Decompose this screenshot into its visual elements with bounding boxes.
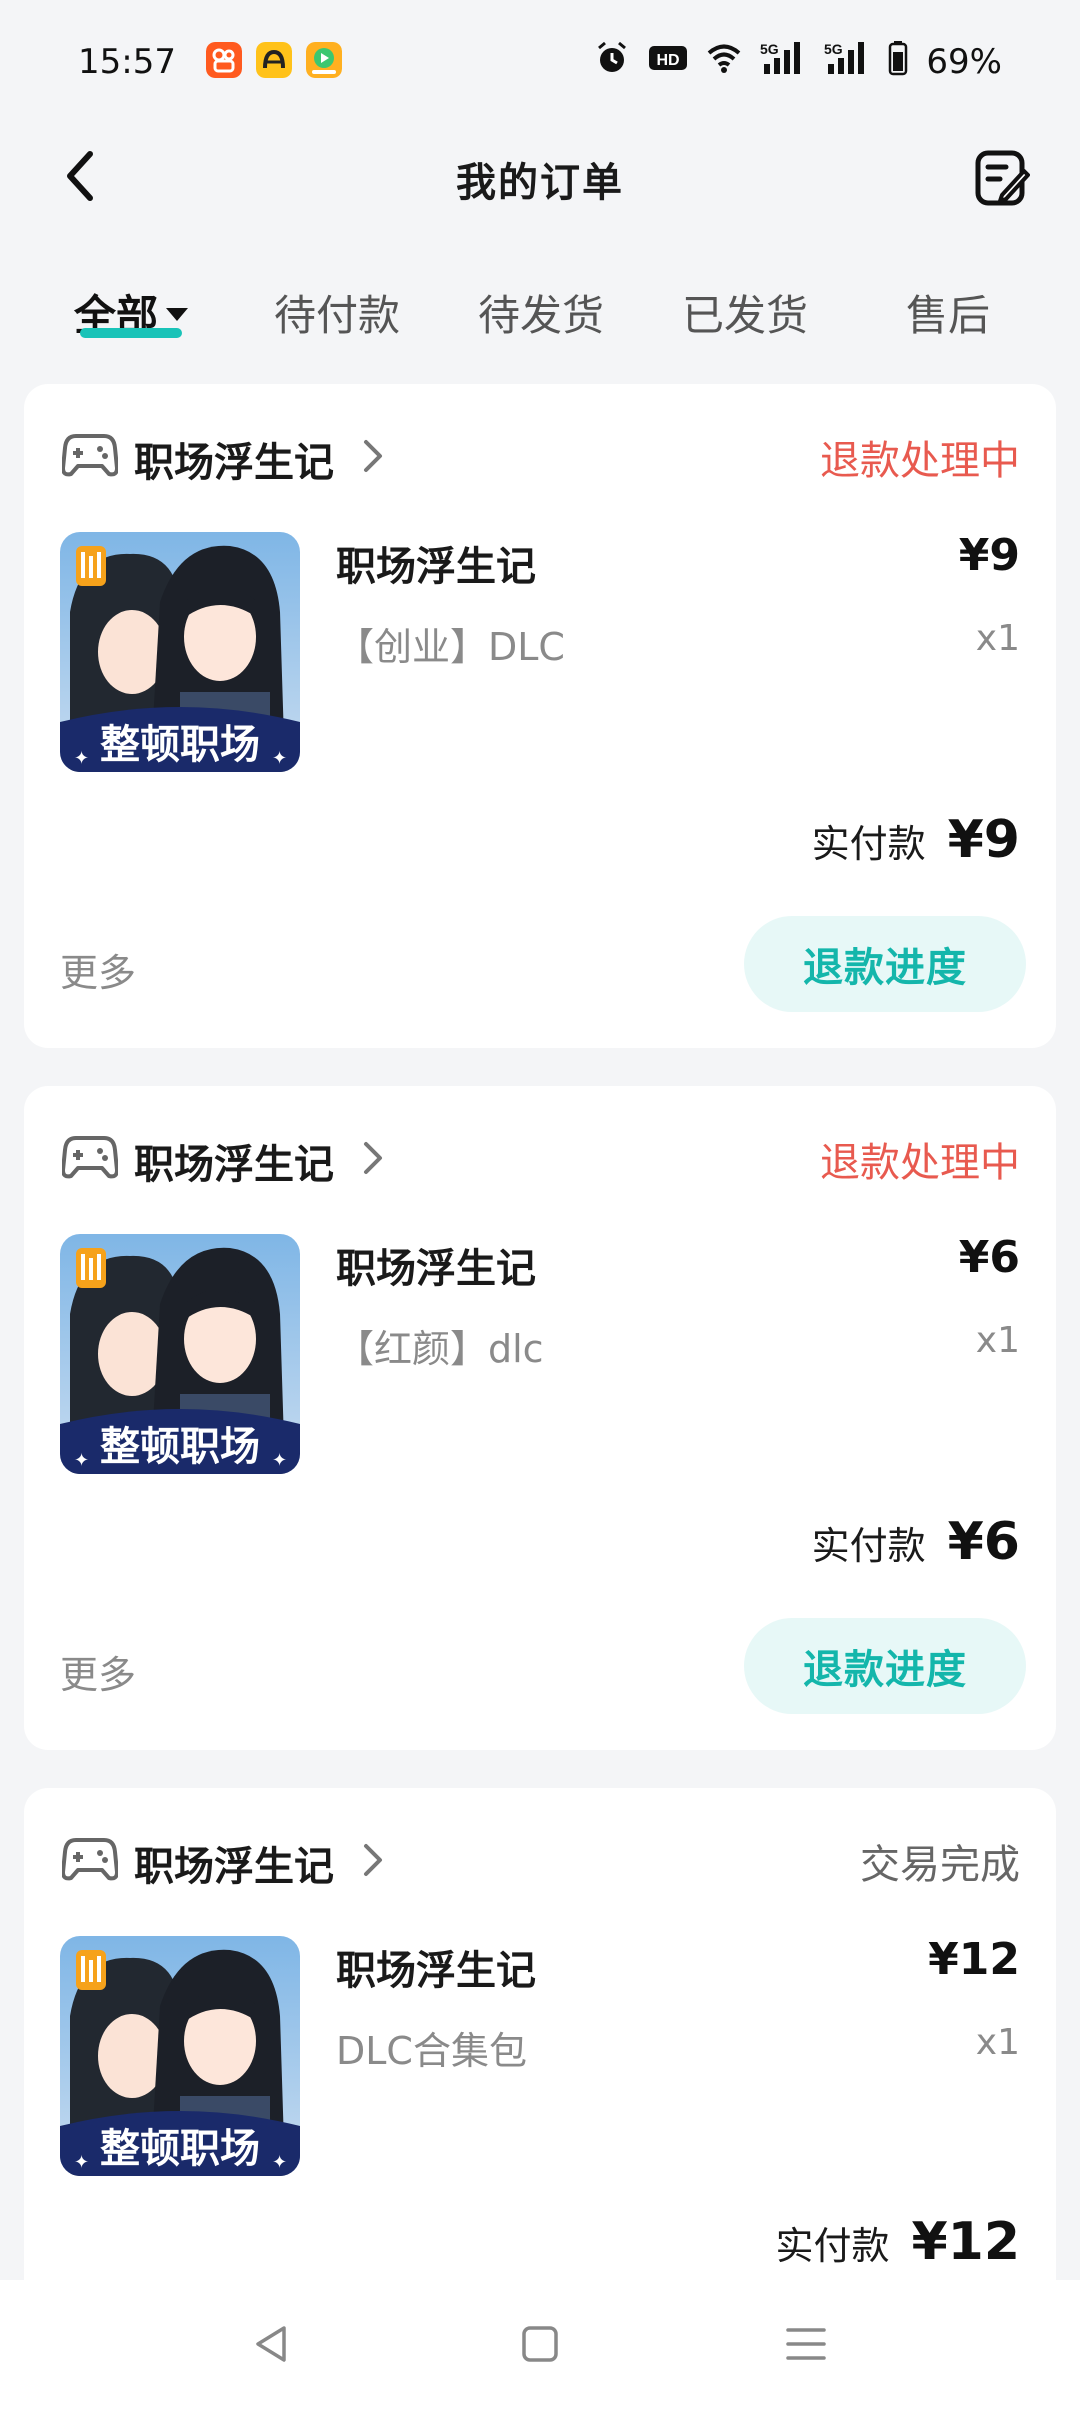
product-thumbnail[interactable]: 整顿职场 ✦ ✦ [60,532,300,772]
paid-value: ¥12 [911,2212,1020,2272]
shop-name[interactable]: 职场浮生记 [134,1132,334,1190]
video-app-icon [305,42,342,82]
item-quantity: x1 [975,618,1020,659]
svg-text:✦: ✦ [74,1450,89,1471]
status-bar: 15:57 HD 5G 5G 69% [0,0,1080,124]
item-price: ¥12 [928,1934,1020,1985]
item-price: ¥6 [958,1232,1020,1283]
caret-down-icon [166,308,189,321]
order-status: 交易完成 [860,1842,1020,1888]
paid-amount-row: 实付款 ¥9 [812,810,1020,870]
more-link[interactable]: 更多 [60,942,136,997]
status-right: HD 5G 5G 69% [594,40,1002,85]
edit-note-icon [974,149,1030,211]
thumbnail-text: 整顿职场 [100,2126,260,2172]
item-sku: 【创业】DLC [336,625,565,669]
back-triangle-icon [250,2322,294,2370]
item-sku: 【红颜】dlc [336,1327,544,1371]
svg-text:✦: ✦ [74,748,89,769]
order-card-header: 职场浮生记 交易完成 [24,1788,1056,1928]
item-sku: DLC合集包 [336,2029,527,2073]
paid-label: 实付款 [811,822,926,866]
paid-amount-row: 实付款 ¥12 [775,2212,1020,2272]
item-title[interactable]: 职场浮生记 [336,1938,536,1996]
battery-percent: 69% [926,42,1002,82]
status-time: 15:57 [78,42,176,82]
status-app-icons [205,42,342,82]
order-card[interactable]: 职场浮生记 交易完成 整顿职场 ✦ ✦ 职场浮生记 DLC合集包 ¥12 x1 [24,1788,1056,2308]
thumbnail-text: 整顿职场 [100,1424,260,1470]
refund-progress-button[interactable]: 退款进度 [744,916,1026,1012]
menu-lines-icon [784,2324,828,2368]
svg-text:5G: 5G [760,41,779,57]
item-price: ¥9 [958,530,1020,581]
tab-after-sales-label: 售后 [906,291,991,340]
kuaishou-app-icon [205,42,242,82]
paid-label: 实付款 [811,1524,926,1568]
chevron-right-icon[interactable] [360,436,386,476]
page-title: 我的订单 [456,160,624,206]
paid-value: ¥6 [947,1512,1020,1572]
nav-back-button[interactable] [242,2316,302,2376]
tab-pending-payment-label: 待付款 [274,291,401,340]
paid-amount-row: 实付款 ¥6 [812,1512,1020,1572]
back-button[interactable] [50,148,110,208]
shop-name[interactable]: 职场浮生记 [134,430,334,488]
paid-value: ¥9 [947,810,1020,870]
item-quantity: x1 [975,2022,1020,2063]
thumbnail-text: 整顿职场 [100,722,260,768]
product-thumbnail[interactable]: 整顿职场 ✦ ✦ [60,1234,300,1474]
tab-shipped-label: 已发货 [682,291,809,340]
back-arrow-icon [60,149,100,207]
chevron-right-icon[interactable] [360,1138,386,1178]
svg-text:HD: HD [657,52,680,69]
svg-text:✦: ✦ [272,748,287,769]
paid-label: 实付款 [775,2224,890,2268]
home-square-icon [520,2324,560,2368]
order-status: 退款处理中 [820,438,1020,484]
tab-pending-payment[interactable]: 待付款 [274,282,400,343]
shop-name[interactable]: 职场浮生记 [134,1834,334,1892]
signal-5g-icon: 5G [760,40,806,85]
tab-after-sales[interactable]: 售后 [906,282,990,343]
gamepad-icon [61,1130,119,1182]
tab-active-indicator [80,328,182,338]
battery-icon [888,40,908,85]
order-card[interactable]: 职场浮生记 退款处理中 整顿职场 ✦ ✦ 职场浮生记 【创业】DLC ¥9 x1 [24,384,1056,1048]
svg-text:✦: ✦ [272,2152,287,2173]
order-card-header: 职场浮生记 退款处理中 [24,384,1056,524]
edit-note-button[interactable] [970,148,1034,212]
order-card[interactable]: 职场浮生记 退款处理中 整顿职场 ✦ ✦ 职场浮生记 【红颜】dlc ¥6 x1 [24,1086,1056,1750]
product-thumbnail[interactable]: 整顿职场 ✦ ✦ [60,1936,300,2176]
alarm-icon [594,40,630,85]
tab-shipped[interactable]: 已发货 [682,282,808,343]
svg-text:✦: ✦ [272,1450,287,1471]
item-title[interactable]: 职场浮生记 [336,1236,536,1294]
order-tabs: 全部 待付款 待发货 已发货 售后 [0,262,1080,354]
svg-text:✦: ✦ [74,2152,89,2173]
item-title[interactable]: 职场浮生记 [336,534,536,592]
gamepad-icon [61,1832,119,1884]
order-status: 退款处理中 [820,1140,1020,1186]
gamepad-icon [61,428,119,480]
svg-text:5G: 5G [824,41,843,57]
yellow-app-icon [255,42,292,82]
item-quantity: x1 [975,1320,1020,1361]
hd-icon: HD [648,42,688,83]
system-nav-bar [0,2280,1080,2412]
nav-menu-button[interactable] [776,2316,836,2376]
wifi-icon [706,40,742,85]
signal-5g-icon: 5G [824,40,870,85]
order-card-header: 职场浮生记 退款处理中 [24,1086,1056,1226]
tab-pending-shipment[interactable]: 待发货 [478,282,604,343]
chevron-right-icon[interactable] [360,1840,386,1880]
tab-pending-shipment-label: 待发货 [478,291,605,340]
more-link[interactable]: 更多 [60,1644,136,1699]
nav-home-button[interactable] [510,2316,570,2376]
refund-progress-button[interactable]: 退款进度 [744,1618,1026,1714]
header: 我的订单 [0,124,1080,234]
